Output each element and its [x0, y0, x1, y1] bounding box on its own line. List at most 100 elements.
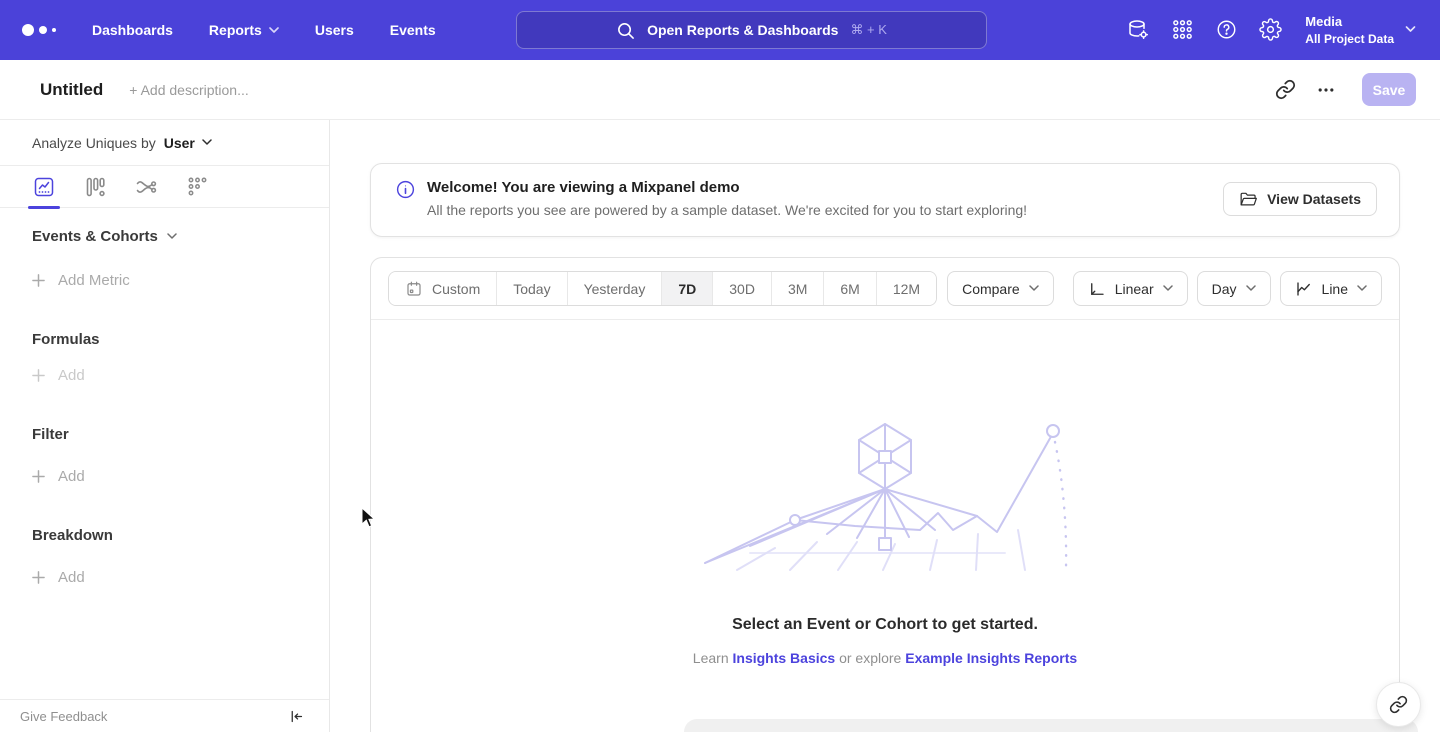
nav-events-label: Events: [390, 22, 436, 38]
give-feedback-link[interactable]: Give Feedback: [20, 709, 107, 724]
view-datasets-button[interactable]: View Datasets: [1223, 182, 1377, 216]
daterange-30d-label: 30D: [729, 281, 755, 297]
apps-grid-icon[interactable]: [1171, 18, 1194, 41]
chevron-down-icon: [1246, 285, 1256, 292]
tab-flows[interactable]: [132, 166, 160, 207]
nav-reports-label: Reports: [209, 22, 262, 38]
nav-dashboards[interactable]: Dashboards: [92, 22, 173, 38]
daterange-custom-label: Custom: [432, 281, 480, 297]
banner-title: Welcome! You are viewing a Mixpanel demo: [427, 178, 1027, 198]
nav-users[interactable]: Users: [315, 22, 354, 38]
daterange-12m[interactable]: 12M: [877, 272, 936, 305]
daterange-12m-label: 12M: [893, 281, 920, 297]
daterange-30d[interactable]: 30D: [713, 272, 772, 305]
chevron-down-icon: [1405, 26, 1416, 33]
chevron-down-icon: [1357, 285, 1367, 292]
nav-events[interactable]: Events: [390, 22, 436, 38]
save-button[interactable]: Save: [1362, 73, 1416, 106]
tab-insights[interactable]: [30, 166, 58, 207]
daterange-3m[interactable]: 3M: [772, 272, 824, 305]
formulas-label: Formulas: [32, 331, 100, 348]
search-shortcut: ⌘ + K: [850, 22, 887, 38]
search-icon: [616, 21, 635, 40]
copy-link-icon[interactable]: [1275, 79, 1296, 100]
breakdown-header: Breakdown: [32, 527, 329, 544]
daterange-6m-label: 6M: [840, 281, 859, 297]
compare-button[interactable]: Compare: [947, 271, 1054, 306]
nav-utility-cluster: Media All Project Data: [1126, 13, 1416, 47]
sidebar-footer: Give Feedback: [0, 699, 329, 732]
compare-label: Compare: [962, 281, 1020, 297]
plus-icon: [32, 369, 45, 382]
example-insights-reports-link[interactable]: Example Insights Reports: [905, 650, 1077, 666]
report-header: Untitled + Add description... Save: [0, 60, 1440, 120]
daterange-yesterday[interactable]: Yesterday: [568, 272, 663, 305]
collapse-sidebar-icon[interactable]: [288, 708, 305, 725]
daterange-yesterday-label: Yesterday: [584, 281, 646, 297]
help-icon[interactable]: [1215, 18, 1238, 41]
settings-gear-icon[interactable]: [1259, 18, 1282, 41]
project-name: Media: [1305, 13, 1394, 31]
empty-state: Select an Event or Cohort to get started…: [371, 320, 1399, 719]
report-type-tabs: [0, 166, 329, 208]
project-selector[interactable]: Media All Project Data: [1305, 13, 1416, 47]
plus-icon: [32, 571, 45, 584]
daterange-7d-label: 7D: [678, 281, 696, 297]
granularity-dropdown[interactable]: Day: [1197, 271, 1271, 306]
add-breakdown-label: Add: [58, 569, 85, 586]
analyze-row: Analyze Uniques by User: [0, 120, 329, 166]
daterange-3m-label: 3M: [788, 281, 807, 297]
date-range-segmented-control: Custom Today Yesterday 7D 30D 3M 6M 12M: [388, 271, 937, 306]
or-explore-text: or explore: [835, 650, 905, 666]
analyze-uniques-dropdown[interactable]: User: [164, 135, 212, 151]
daterange-6m[interactable]: 6M: [824, 272, 876, 305]
analyze-value: User: [164, 135, 195, 151]
nav-reports[interactable]: Reports: [209, 22, 279, 38]
data-management-icon[interactable]: [1126, 18, 1150, 42]
more-options-icon[interactable]: [1316, 80, 1336, 100]
add-formula-label: Add: [58, 367, 85, 384]
chart-type-label: Line: [1322, 281, 1348, 297]
insights-chart-card: Custom Today Yesterday 7D 30D 3M 6M 12M …: [370, 257, 1400, 732]
add-metric-button[interactable]: Add Metric: [32, 272, 329, 289]
add-formula-button[interactable]: Add: [32, 367, 329, 384]
tab-funnels[interactable]: [81, 166, 109, 207]
project-scope: All Project Data: [1305, 31, 1394, 47]
events-cohorts-label: Events & Cohorts: [32, 228, 158, 245]
learn-prefix: Learn: [693, 650, 733, 666]
chevron-down-icon: [167, 233, 177, 240]
chart-type-dropdown[interactable]: Line: [1280, 271, 1382, 306]
search-placeholder: Open Reports & Dashboards: [647, 22, 838, 38]
daterange-7d[interactable]: 7D: [662, 272, 713, 305]
chart-controls: Custom Today Yesterday 7D 30D 3M 6M 12M …: [371, 258, 1399, 320]
scale-dropdown[interactable]: Linear: [1073, 271, 1188, 306]
add-filter-button[interactable]: Add: [32, 468, 329, 485]
empty-state-title: Select an Event or Cohort to get started…: [732, 616, 1038, 634]
formulas-header: Formulas: [32, 331, 329, 348]
daterange-custom[interactable]: Custom: [389, 272, 497, 305]
tab-retention[interactable]: [183, 166, 211, 207]
chevron-down-icon: [1029, 285, 1039, 292]
mixpanel-logo[interactable]: [22, 24, 56, 36]
report-description-placeholder[interactable]: + Add description...: [129, 82, 248, 98]
breakdown-label: Breakdown: [32, 527, 113, 544]
daterange-today[interactable]: Today: [497, 272, 567, 305]
primary-nav: Dashboards Reports Users Events: [92, 22, 436, 38]
top-navigation: Dashboards Reports Users Events Open Rep…: [0, 0, 1440, 60]
plus-icon: [32, 274, 45, 287]
line-chart-icon: [1295, 280, 1313, 298]
chevron-down-icon: [1163, 285, 1173, 292]
chevron-down-icon: [202, 139, 212, 146]
nav-users-label: Users: [315, 22, 354, 38]
add-breakdown-button[interactable]: Add: [32, 569, 329, 586]
empty-state-illustration: [695, 420, 1075, 572]
scale-label: Linear: [1115, 281, 1154, 297]
empty-state-subtitle: Learn Insights Basics or explore Example…: [693, 650, 1077, 666]
global-search[interactable]: Open Reports & Dashboards ⌘ + K: [516, 11, 987, 49]
link-icon: [1389, 695, 1408, 714]
report-title[interactable]: Untitled: [40, 80, 103, 100]
insights-basics-link[interactable]: Insights Basics: [733, 650, 836, 666]
share-link-fab[interactable]: [1376, 682, 1421, 727]
demo-welcome-banner: Welcome! You are viewing a Mixpanel demo…: [370, 163, 1400, 237]
events-cohorts-header[interactable]: Events & Cohorts: [32, 228, 329, 245]
